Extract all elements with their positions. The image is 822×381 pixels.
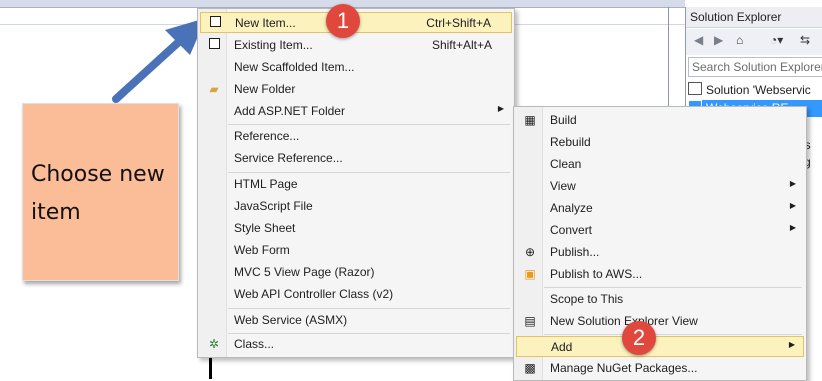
menu-item-label: JavaScript File xyxy=(234,199,313,213)
menu-item-label: Web Service (ASMX) xyxy=(234,313,348,327)
menu-item-web-form[interactable]: Web Form xyxy=(200,240,512,261)
menu-item-html-page[interactable]: HTML Page xyxy=(200,174,512,195)
sync-icon[interactable]: ⇆ xyxy=(800,33,810,47)
submenu-arrow-icon: ▶ xyxy=(497,104,504,113)
menu-item-web-service[interactable]: Web Service (ASMX) xyxy=(200,310,512,331)
folder-icon: ▰ xyxy=(209,82,219,96)
menu-item-new-scaffolded-item[interactable]: New Scaffolded Item... xyxy=(200,57,512,78)
menu-item-add-aspnet-folder[interactable]: Add ASP.NET Folder ▶ xyxy=(200,101,512,122)
step-badge-2: 2 xyxy=(622,321,656,355)
menu-separator xyxy=(228,308,510,309)
menu-item-service-reference[interactable]: Service Reference... xyxy=(200,148,512,169)
solution-explorer-title-bar: Solution Explorer xyxy=(686,7,822,28)
menu-item-mvc-view-page[interactable]: MVC 5 View Page (Razor) xyxy=(200,262,512,283)
menu-item-shortcut: Shift+Alt+A xyxy=(431,38,492,52)
submenu-arrow-icon: ▶ xyxy=(788,340,795,349)
add-submenu: New Item... Ctrl+Shift+A Existing Item..… xyxy=(197,8,515,358)
menu-item-label: Service Reference... xyxy=(234,151,343,165)
menu-item-convert[interactable]: Convert ▶ xyxy=(516,220,804,241)
menu-item-label: New Scaffolded Item... xyxy=(234,60,355,74)
callout-note: Choose new item xyxy=(22,103,179,281)
solution-explorer-title: Solution Explorer xyxy=(690,10,782,24)
menu-item-existing-item[interactable]: Existing Item... Shift+Alt+A xyxy=(200,35,512,56)
menu-item-label: Scope to This xyxy=(550,292,624,306)
solution-explorer-toolbar: ◀ ▶ ⌂ ◔▾ ⇆ xyxy=(686,29,822,55)
menu-item-label: Web Form xyxy=(234,243,290,257)
submenu-arrow-icon: ▶ xyxy=(789,201,796,210)
menu-item-style-sheet[interactable]: Style Sheet xyxy=(200,218,512,239)
class-icon: ✲ xyxy=(208,337,220,351)
menu-item-label: Existing Item... xyxy=(234,38,313,52)
menu-item-label: New Solution Explorer View xyxy=(550,314,698,328)
solution-icon xyxy=(688,82,702,95)
aws-icon: ▣ xyxy=(524,267,536,281)
menu-item-label: Clean xyxy=(550,157,582,171)
nuget-icon: ▩ xyxy=(524,361,536,375)
menu-item-scope-to-this[interactable]: Scope to This xyxy=(516,289,804,310)
menu-item-add[interactable]: Add ▶ xyxy=(516,336,804,357)
menu-item-web-api-controller[interactable]: Web API Controller Class (v2) xyxy=(200,284,512,305)
existing-item-icon xyxy=(206,38,222,53)
menu-item-label: Publish to AWS... xyxy=(550,267,643,281)
menu-item-label: Add xyxy=(551,340,573,354)
editor-border xyxy=(668,7,669,107)
menu-item-publish-to-aws[interactable]: ▣ Publish to AWS... xyxy=(516,264,804,285)
menu-separator xyxy=(544,287,802,288)
build-icon: ▦ xyxy=(524,113,536,127)
new-item-icon xyxy=(207,16,223,31)
submenu-arrow-icon: ▶ xyxy=(789,223,796,232)
tree-row-solution[interactable]: Solution 'Webservic xyxy=(688,82,811,97)
menu-item-label: Web API Controller Class (v2) xyxy=(234,287,394,301)
menu-item-javascript-file[interactable]: JavaScript File xyxy=(200,196,512,217)
history-icon[interactable]: ◔▾ xyxy=(770,33,783,47)
menu-item-label: Rebuild xyxy=(550,135,591,149)
menu-separator xyxy=(544,334,802,335)
menu-item-label: New Folder xyxy=(234,82,296,96)
menu-item-build[interactable]: ▦ Build xyxy=(516,110,804,131)
menu-item-analyze[interactable]: Analyze ▶ xyxy=(516,198,804,219)
menu-item-new-folder[interactable]: ▰ New Folder xyxy=(200,79,512,100)
forward-icon[interactable]: ▶ xyxy=(714,33,723,47)
step-badge-1: 1 xyxy=(326,4,360,38)
menu-item-rebuild[interactable]: Rebuild xyxy=(516,132,804,153)
editor-caret xyxy=(209,355,212,379)
menu-item-new-solution-explorer-view[interactable]: ▤ New Solution Explorer View xyxy=(516,311,804,332)
menu-item-label: Class... xyxy=(234,337,275,351)
menu-item-label: Manage NuGet Packages... xyxy=(550,361,698,375)
menu-item-label: View xyxy=(550,179,576,193)
menu-item-class[interactable]: ✲ Class... xyxy=(200,334,512,355)
menu-item-label: New Item... xyxy=(235,16,296,30)
back-icon[interactable]: ◀ xyxy=(694,33,703,47)
home-icon[interactable]: ⌂ xyxy=(736,33,743,47)
menu-item-label: Style Sheet xyxy=(234,221,296,235)
menu-item-clean[interactable]: Clean xyxy=(516,154,804,175)
menu-item-label: Reference... xyxy=(234,129,300,143)
callout-text: Choose new item xyxy=(31,162,165,225)
menu-item-manage-nuget[interactable]: ▩ Manage NuGet Packages... xyxy=(516,358,804,379)
menu-item-label: Publish... xyxy=(550,245,600,259)
menu-item-reference[interactable]: Reference... xyxy=(200,126,512,147)
menu-item-label: MVC 5 View Page (Razor) xyxy=(234,265,375,279)
menu-separator xyxy=(228,172,510,173)
menu-item-label: Analyze xyxy=(550,201,593,215)
menu-item-label: Build xyxy=(550,113,577,127)
menu-item-view[interactable]: View ▶ xyxy=(516,176,804,197)
publish-icon: ⊕ xyxy=(524,245,536,259)
menu-item-label: HTML Page xyxy=(234,177,298,191)
menu-separator xyxy=(228,124,510,125)
project-context-menu: ▦ Build Rebuild Clean View ▶ Analyze ▶ C… xyxy=(513,106,807,381)
menu-item-publish[interactable]: ⊕ Publish... xyxy=(516,242,804,263)
submenu-arrow-icon: ▶ xyxy=(789,179,796,188)
menu-item-label: Add ASP.NET Folder xyxy=(234,104,345,118)
solution-explorer-search-input[interactable]: Search Solution Explorer xyxy=(688,57,822,77)
tree-row-label: Solution 'Webservic xyxy=(706,83,811,97)
menu-item-shortcut: Ctrl+Shift+A xyxy=(426,16,491,30)
new-view-icon: ▤ xyxy=(524,314,536,328)
menu-item-label: Convert xyxy=(550,223,593,237)
search-placeholder: Search Solution Explorer xyxy=(692,60,822,74)
